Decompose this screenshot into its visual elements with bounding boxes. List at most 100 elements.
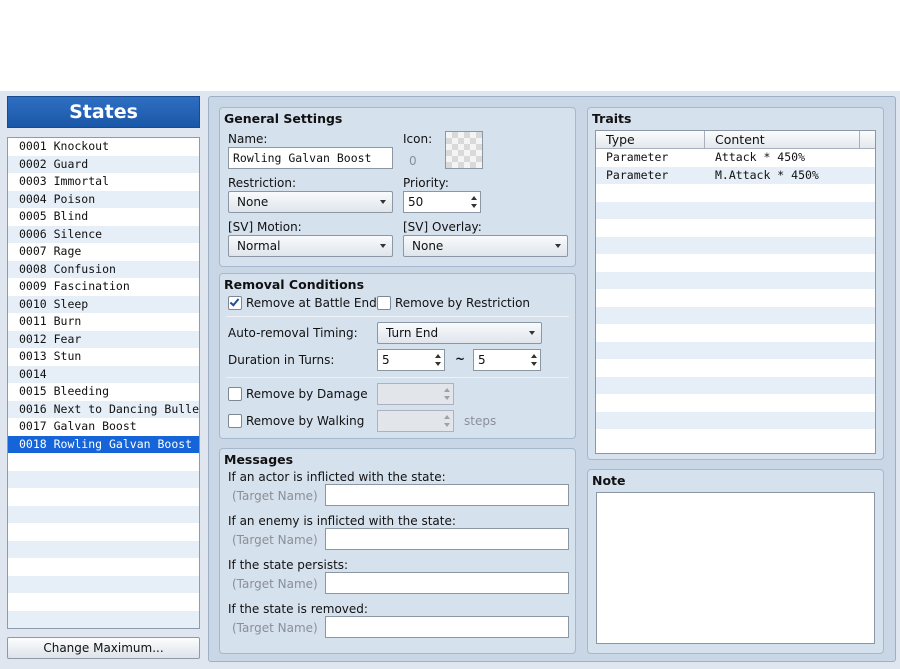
persists-target-name: (Target Name) — [232, 577, 318, 591]
divider — [226, 316, 569, 317]
trait-row-empty[interactable] — [596, 254, 875, 272]
trait-row-empty[interactable] — [596, 324, 875, 342]
traits-rows: Parameter Attack * 450% Parameter M.Attack … — [596, 149, 875, 447]
note-group: Note — [587, 469, 884, 654]
persists-message-field[interactable] — [325, 572, 569, 594]
general-settings-group: General Settings Name: Rowling Galvan Bo… — [219, 107, 576, 267]
list-item-empty[interactable] — [8, 593, 199, 611]
list-item[interactable]: 0008 Confusion — [8, 260, 199, 278]
overlay-label: [SV] Overlay: — [403, 220, 482, 234]
trait-row-empty[interactable] — [596, 394, 875, 412]
list-item-empty[interactable] — [8, 540, 199, 558]
list-item[interactable]: 0015 Bleeding — [8, 383, 199, 401]
states-list[interactable]: 0001 Knockout 0002 Guard 0003 Immortal 0004… — [7, 137, 200, 629]
trait-row-empty[interactable] — [596, 271, 875, 289]
trait-type: Parameter — [606, 150, 669, 164]
motion-label: [SV] Motion: — [228, 220, 302, 234]
traits-col-type[interactable]: Type — [596, 131, 705, 148]
actor-message-field[interactable] — [325, 484, 569, 506]
restriction-dropdown[interactable]: None — [228, 191, 393, 213]
trait-row-empty[interactable] — [596, 429, 875, 447]
battle-end-checkbox[interactable] — [228, 296, 242, 310]
spin-down-icon[interactable] — [435, 362, 441, 366]
spin-up-icon[interactable] — [531, 354, 537, 358]
removed-message-label: If the state is removed: — [228, 602, 368, 616]
list-item[interactable]: 0003 Immortal — [8, 173, 199, 191]
trait-row-empty[interactable] — [596, 411, 875, 429]
duration-label: Duration in Turns: — [228, 353, 335, 367]
trait-row-empty[interactable] — [596, 306, 875, 324]
list-item[interactable]: 0012 Fear — [8, 330, 199, 348]
list-item-empty[interactable] — [8, 575, 199, 593]
trait-row-empty[interactable] — [596, 359, 875, 377]
trait-row-empty[interactable] — [596, 289, 875, 307]
trait-type: Parameter — [606, 167, 669, 182]
spin-up-icon — [444, 388, 450, 392]
general-settings-title: General Settings — [224, 111, 343, 126]
list-item[interactable]: 0010 Sleep — [8, 295, 199, 313]
note-textarea[interactable] — [596, 492, 875, 644]
list-item-empty[interactable] — [8, 453, 199, 471]
list-item[interactable]: 0006 Silence — [8, 225, 199, 243]
overlay-dropdown[interactable]: None — [403, 235, 568, 257]
state-editor-panel: General Settings Name: Rowling Galvan Bo… — [208, 96, 896, 662]
list-item[interactable]: 0011 Burn — [8, 313, 199, 331]
divider — [226, 377, 569, 378]
trait-row[interactable]: Parameter Attack * 450% — [596, 149, 875, 167]
list-item-empty[interactable] — [8, 558, 199, 576]
spin-up-icon[interactable] — [471, 196, 477, 200]
traits-col-content[interactable]: Content — [705, 131, 860, 148]
trait-content: M.Attack * 450% — [715, 167, 819, 182]
messages-title: Messages — [224, 452, 294, 467]
trait-row-empty[interactable] — [596, 219, 875, 237]
list-item[interactable]: 0005 Blind — [8, 208, 199, 226]
list-item[interactable]: 0007 Rage — [8, 243, 199, 261]
list-item[interactable]: 0014 — [8, 365, 199, 383]
restriction-removal-label: Remove by Restriction — [395, 296, 531, 310]
restriction-removal-checkbox[interactable] — [377, 296, 391, 310]
name-label: Name: — [228, 132, 268, 146]
trait-row-empty[interactable] — [596, 236, 875, 254]
trait-row-empty[interactable] — [596, 376, 875, 394]
spin-up-icon[interactable] — [435, 354, 441, 358]
list-item-empty[interactable] — [8, 488, 199, 506]
traits-table[interactable]: Type Content Parameter Attack * 450% Param… — [595, 130, 876, 454]
spin-down-icon — [444, 396, 450, 400]
name-field[interactable]: Rowling Galvan Boost — [228, 147, 393, 169]
enemy-message-field[interactable] — [325, 528, 569, 550]
list-item[interactable]: 0004 Poison — [8, 190, 199, 208]
spin-down-icon[interactable] — [471, 204, 477, 208]
removal-conditions-group: Removal Conditions Remove at Battle End … — [219, 273, 576, 439]
timing-dropdown[interactable]: Turn End — [377, 322, 542, 344]
list-item[interactable]: 0016 Next to Dancing Bullets — [8, 400, 199, 418]
change-maximum-button[interactable]: Change Maximum... — [7, 637, 200, 659]
list-item[interactable]: 0018 Rowling Galvan Boost — [8, 435, 199, 453]
walking-label: Remove by Walking — [246, 414, 365, 428]
damage-checkbox[interactable] — [228, 387, 242, 401]
traits-group: Traits Type Content Parameter Attack * 45… — [587, 107, 884, 460]
traits-title: Traits — [592, 111, 632, 126]
list-item[interactable]: 0013 Stun — [8, 348, 199, 366]
walking-checkbox[interactable] — [228, 414, 242, 428]
motion-dropdown[interactable]: Normal — [228, 235, 393, 257]
spin-down-icon[interactable] — [531, 362, 537, 366]
duration-min-value: 5 — [382, 353, 390, 367]
list-item[interactable]: 0009 Fascination — [8, 278, 199, 296]
list-item[interactable]: 0001 Knockout — [8, 138, 199, 156]
list-item-empty[interactable] — [8, 523, 199, 541]
list-item[interactable]: 0017 Galvan Boost — [8, 418, 199, 436]
trait-row-empty[interactable] — [596, 201, 875, 219]
trait-row[interactable]: Parameter M.Attack * 450% — [596, 166, 875, 184]
removed-message-field[interactable] — [325, 616, 569, 638]
state-icon-picker[interactable] — [445, 131, 483, 169]
list-item-empty[interactable] — [8, 610, 199, 628]
list-item-empty[interactable] — [8, 505, 199, 523]
note-title: Note — [592, 473, 626, 488]
duration-min-spinner[interactable]: 5 — [377, 349, 445, 371]
list-item[interactable]: 0002 Guard — [8, 155, 199, 173]
duration-max-spinner[interactable]: 5 — [473, 349, 541, 371]
trait-row-empty[interactable] — [596, 184, 875, 202]
list-item-empty[interactable] — [8, 470, 199, 488]
trait-row-empty[interactable] — [596, 341, 875, 359]
priority-spinner[interactable]: 50 — [403, 191, 481, 213]
